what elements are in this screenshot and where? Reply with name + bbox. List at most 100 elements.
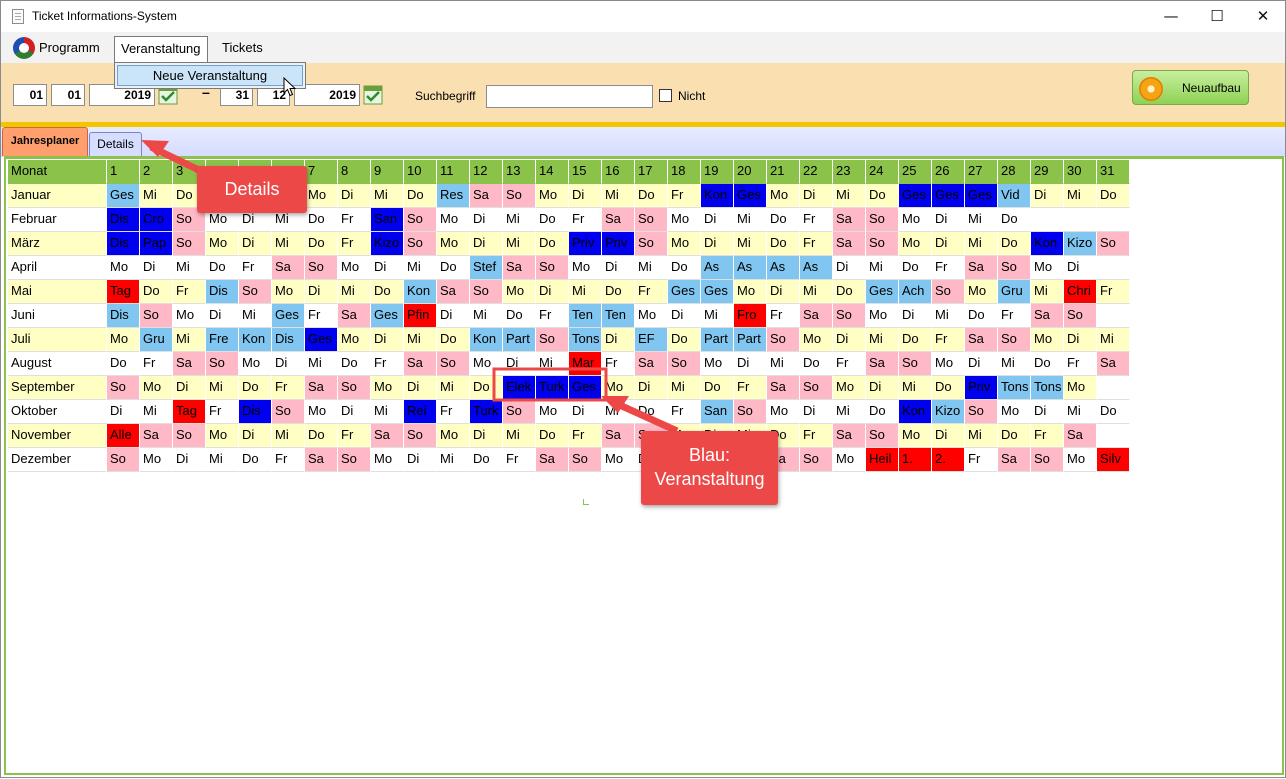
day-cell[interactable]: So [635,232,668,256]
day-cell[interactable]: Do [536,424,569,448]
day-cell[interactable]: Do [536,232,569,256]
day-cell[interactable]: Mi [140,184,173,208]
day-cell[interactable]: Fr [338,232,371,256]
event-cell[interactable]: Kizo [932,400,965,424]
event-cell[interactable]: Dis [107,208,140,232]
day-cell[interactable]: Mo [998,400,1031,424]
day-cell[interactable]: Fr [140,352,173,376]
event-cell[interactable]: As [734,256,767,280]
day-cell[interactable]: So [470,280,503,304]
day-cell[interactable]: Sa [1097,352,1130,376]
day-cell[interactable]: Mo [536,184,569,208]
day-cell[interactable]: So [305,256,338,280]
day-cell[interactable]: Mo [569,256,602,280]
day-cell[interactable]: Mi [932,304,965,328]
event-cell[interactable]: Stef [470,256,503,280]
day-cell[interactable]: Sa [602,208,635,232]
day-cell[interactable]: Mi [437,376,470,400]
day-cell[interactable]: Di [536,280,569,304]
day-cell[interactable]: Mo [866,304,899,328]
day-cell[interactable]: Do [932,376,965,400]
search-input[interactable] [486,85,653,108]
event-cell[interactable]: Vid [998,184,1031,208]
day-cell[interactable]: Di [371,256,404,280]
event-cell[interactable]: Tons [998,376,1031,400]
day-cell[interactable]: Mo [1064,376,1097,400]
day-cell[interactable]: Do [470,448,503,472]
holiday-cell[interactable]: Silv [1097,448,1130,472]
day-cell[interactable]: Sa [470,184,503,208]
maximize-button[interactable]: ☐ [1194,1,1240,32]
holiday-cell[interactable]: 2. [932,448,965,472]
day-cell[interactable]: Sa [305,448,338,472]
day-cell[interactable]: So [173,424,206,448]
day-cell[interactable]: Fr [437,400,470,424]
day-cell[interactable]: So [932,280,965,304]
day-cell[interactable]: Do [305,232,338,256]
day-cell[interactable]: Mi [965,424,998,448]
day-cell[interactable]: Mo [734,280,767,304]
day-cell[interactable]: So [668,352,701,376]
event-cell[interactable]: Part [701,328,734,352]
event-cell[interactable]: Priv [602,232,635,256]
day-cell[interactable]: Sa [437,280,470,304]
day-cell[interactable]: Sa [305,376,338,400]
day-cell[interactable]: So [965,400,998,424]
day-cell[interactable]: Mo [965,280,998,304]
event-cell[interactable]: San [371,208,404,232]
day-cell[interactable]: Sa [833,232,866,256]
day-cell[interactable]: Do [833,280,866,304]
day-cell[interactable]: Sa [536,448,569,472]
day-cell[interactable]: Mi [536,352,569,376]
day-cell[interactable]: Sa [965,328,998,352]
event-cell[interactable]: Res [437,184,470,208]
programm-logo-icon[interactable] [13,37,35,59]
holiday-cell[interactable]: Tag [173,400,206,424]
day-cell[interactable]: So [833,304,866,328]
day-cell[interactable]: Mo [239,352,272,376]
day-cell[interactable]: Sa [602,424,635,448]
day-cell[interactable]: Do [437,256,470,280]
event-cell[interactable]: Dis [272,328,305,352]
day-cell[interactable]: Mi [338,280,371,304]
day-cell[interactable]: Di [833,256,866,280]
minimize-button[interactable]: — [1148,1,1194,32]
day-cell[interactable]: Mo [437,232,470,256]
holiday-cell[interactable]: Tag [107,280,140,304]
day-cell[interactable]: Mi [866,328,899,352]
day-cell[interactable]: Do [602,280,635,304]
event-cell[interactable]: Kon [239,328,272,352]
day-cell[interactable]: Do [899,256,932,280]
day-cell[interactable]: So [140,304,173,328]
day-cell[interactable]: Mi [866,256,899,280]
day-cell[interactable]: Fr [371,352,404,376]
day-cell[interactable]: Di [932,208,965,232]
day-cell[interactable]: Fr [239,256,272,280]
day-cell[interactable]: Do [140,280,173,304]
day-cell[interactable]: Mo [767,400,800,424]
day-cell[interactable]: So [800,448,833,472]
event-cell[interactable]: Kizo [1064,232,1097,256]
day-cell[interactable]: Fr [338,424,371,448]
day-cell[interactable]: Mi [833,400,866,424]
event-cell[interactable]: Ges [371,304,404,328]
day-cell[interactable]: Di [404,448,437,472]
day-cell[interactable]: Mi [998,352,1031,376]
day-cell[interactable]: So [404,208,437,232]
day-cell[interactable]: Mi [206,376,239,400]
day-cell[interactable]: Mi [602,400,635,424]
day-cell[interactable]: Sa [866,352,899,376]
day-cell[interactable] [1064,208,1097,232]
day-cell[interactable]: Sa [503,256,536,280]
day-cell[interactable]: Sa [272,256,305,280]
day-cell[interactable]: Mo [470,352,503,376]
day-cell[interactable]: Do [239,376,272,400]
event-cell[interactable]: Fre [206,328,239,352]
day-cell[interactable] [1097,424,1130,448]
day-cell[interactable]: Mi [1064,184,1097,208]
event-cell[interactable]: Kon [899,400,932,424]
event-cell[interactable]: Elek [503,376,536,400]
day-cell[interactable]: Mo [338,256,371,280]
day-cell[interactable]: Di [1064,256,1097,280]
day-cell[interactable]: So [107,448,140,472]
